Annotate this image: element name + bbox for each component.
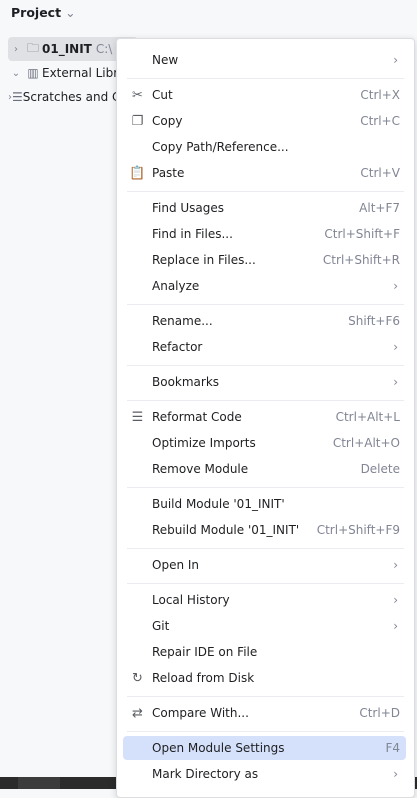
menu-item-open-module-settings[interactable]: Open Module Settings F4 xyxy=(123,736,406,760)
shortcut-label: F4 xyxy=(385,741,400,755)
paste-icon: 📋 xyxy=(129,165,146,181)
project-title: Project xyxy=(11,5,62,20)
menu-separator xyxy=(127,304,404,305)
menu-separator xyxy=(127,548,404,549)
menu-item-analyze[interactable]: Analyze › xyxy=(123,274,406,298)
shortcut-label: Ctrl+Alt+L xyxy=(335,410,400,424)
menu-item-label: Reformat Code xyxy=(152,410,242,424)
menu-item-label: Analyze xyxy=(152,279,200,293)
menu-item-label: Optimize Imports xyxy=(152,436,256,450)
menu-item-label: Rename... xyxy=(152,314,213,328)
menu-item-refactor[interactable]: Refactor › xyxy=(123,335,406,359)
shortcut-label: Ctrl+X xyxy=(360,88,400,102)
menu-item-find-usages[interactable]: Find Usages Alt+F7 xyxy=(123,196,406,220)
menu-item-optimize-imports[interactable]: Optimize Imports Ctrl+Alt+O xyxy=(123,431,406,455)
chevron-right-icon: › xyxy=(393,53,398,67)
menu-item-compare-with[interactable]: ⇄ Compare With... Ctrl+D xyxy=(123,701,406,725)
menu-item-label: Reload from Disk xyxy=(152,671,255,685)
chevron-right-icon: › xyxy=(393,767,398,781)
shortcut-label: Ctrl+D xyxy=(359,706,400,720)
menu-item-mark-directory-as[interactable]: Mark Directory as › xyxy=(123,762,406,786)
shortcut-label: Delete xyxy=(360,462,400,476)
menu-separator xyxy=(127,191,404,192)
context-menu: New › ✂ Cut Ctrl+X ❐ Copy Ctrl+C Copy Path/Refer… xyxy=(116,38,415,798)
menu-separator xyxy=(127,487,404,488)
menu-item-build-module-01-init[interactable]: Build Module '01_INIT' xyxy=(123,492,406,516)
tree-item-path: C:\ xyxy=(95,42,113,56)
menu-item-open-in[interactable]: Open In › xyxy=(123,553,406,577)
chevron-down-icon: ⌄ xyxy=(65,5,76,20)
scratches-icon: ☰ xyxy=(12,90,23,104)
menu-item-bookmarks[interactable]: Bookmarks › xyxy=(123,370,406,394)
shortcut-label: Ctrl+Shift+F9 xyxy=(316,523,400,537)
menu-item-reformat-code[interactable]: ☰ Reformat Code Ctrl+Alt+L xyxy=(123,405,406,429)
menu-item-label: Find in Files... xyxy=(152,227,233,241)
shortcut-label: Ctrl+C xyxy=(360,114,400,128)
menu-item-rebuild-module-01-init[interactable]: Rebuild Module '01_INIT' Ctrl+Shift+F9 xyxy=(123,518,406,542)
chevron-right-icon: › xyxy=(393,279,398,293)
menu-separator xyxy=(127,696,404,697)
menu-item-label: Cut xyxy=(152,88,173,102)
project-view-header[interactable]: Project ⌄ xyxy=(11,5,76,20)
menu-item-copy[interactable]: ❐ Copy Ctrl+C xyxy=(123,109,406,133)
menu-item-label: New xyxy=(152,53,179,67)
menu-item-label: Find Usages xyxy=(152,201,225,215)
menu-item-cut[interactable]: ✂ Cut Ctrl+X xyxy=(123,83,406,107)
menu-item-new[interactable]: New › xyxy=(123,48,406,72)
menu-separator xyxy=(127,731,404,732)
reformat-icon: ☰ xyxy=(131,409,144,425)
menu-item-label: Compare With... xyxy=(152,706,249,720)
library-icon: ▥ xyxy=(27,66,39,80)
menu-item-label: Build Module '01_INIT' xyxy=(152,497,285,511)
shortcut-label: Ctrl+Alt+O xyxy=(332,436,400,450)
menu-item-label: Git xyxy=(152,619,170,633)
shortcut-label: Ctrl+Shift+F xyxy=(324,227,400,241)
chevron-right-icon: › xyxy=(393,340,398,354)
menu-item-label: Refactor xyxy=(152,340,203,354)
chevron-right-icon: › xyxy=(393,593,398,607)
menu-item-label: Open In xyxy=(152,558,200,572)
menu-item-find-in-files[interactable]: Find in Files... Ctrl+Shift+F xyxy=(123,222,406,246)
chevron-right-icon: › xyxy=(393,558,398,572)
menu-item-copy-path-reference[interactable]: Copy Path/Reference... xyxy=(123,135,406,159)
shortcut-label: Alt+F7 xyxy=(359,201,400,215)
menu-item-label: Remove Module xyxy=(152,462,249,476)
menu-separator xyxy=(127,78,404,79)
menu-separator xyxy=(127,583,404,584)
scissors-icon: ✂ xyxy=(132,87,143,103)
shortcut-label: Ctrl+V xyxy=(360,166,400,180)
menu-item-label: Replace in Files... xyxy=(152,253,256,267)
compare-icon: ⇄ xyxy=(132,705,143,721)
tree-item-label: 01_INIT xyxy=(42,42,92,56)
shortcut-label: Ctrl+Shift+R xyxy=(322,253,400,267)
menu-item-label: Copy xyxy=(152,114,183,128)
menu-item-label: Repair IDE on File xyxy=(152,645,258,659)
menu-item-reload-from-disk[interactable]: ↻ Reload from Disk xyxy=(123,666,406,690)
menu-item-label: Bookmarks xyxy=(152,375,220,389)
menu-item-local-history[interactable]: Local History › xyxy=(123,588,406,612)
menu-item-label: Paste xyxy=(152,166,185,180)
menu-item-label: Copy Path/Reference... xyxy=(152,140,289,154)
menu-item-remove-module[interactable]: Remove Module Delete xyxy=(123,457,406,481)
menu-item-repair-ide-on-file[interactable]: Repair IDE on File xyxy=(123,640,406,664)
menu-item-replace-in-files[interactable]: Replace in Files... Ctrl+Shift+R xyxy=(123,248,406,272)
menu-item-rename[interactable]: Rename... Shift+F6 xyxy=(123,309,406,333)
chevron-right-icon: › xyxy=(393,375,398,389)
chevron-right-icon[interactable]: › xyxy=(8,44,24,55)
menu-item-label: Open Module Settings xyxy=(152,741,285,755)
menu-item-paste[interactable]: 📋 Paste Ctrl+V xyxy=(123,161,406,185)
reload-icon: ↻ xyxy=(132,670,143,686)
menu-item-label: Local History xyxy=(152,593,230,607)
chevron-down-icon[interactable]: ⌄ xyxy=(8,68,24,79)
menu-item-git[interactable]: Git › xyxy=(123,614,406,638)
menu-item-label: Rebuild Module '01_INIT' xyxy=(152,523,300,537)
menu-separator xyxy=(127,365,404,366)
menu-item-label: Mark Directory as xyxy=(152,767,259,781)
chevron-right-icon: › xyxy=(393,619,398,633)
copy-icon: ❐ xyxy=(131,113,144,129)
module-folder-icon: 🗀 xyxy=(26,40,39,55)
taskbar-button[interactable] xyxy=(18,777,60,789)
shortcut-label: Shift+F6 xyxy=(348,314,400,328)
menu-separator xyxy=(127,400,404,401)
